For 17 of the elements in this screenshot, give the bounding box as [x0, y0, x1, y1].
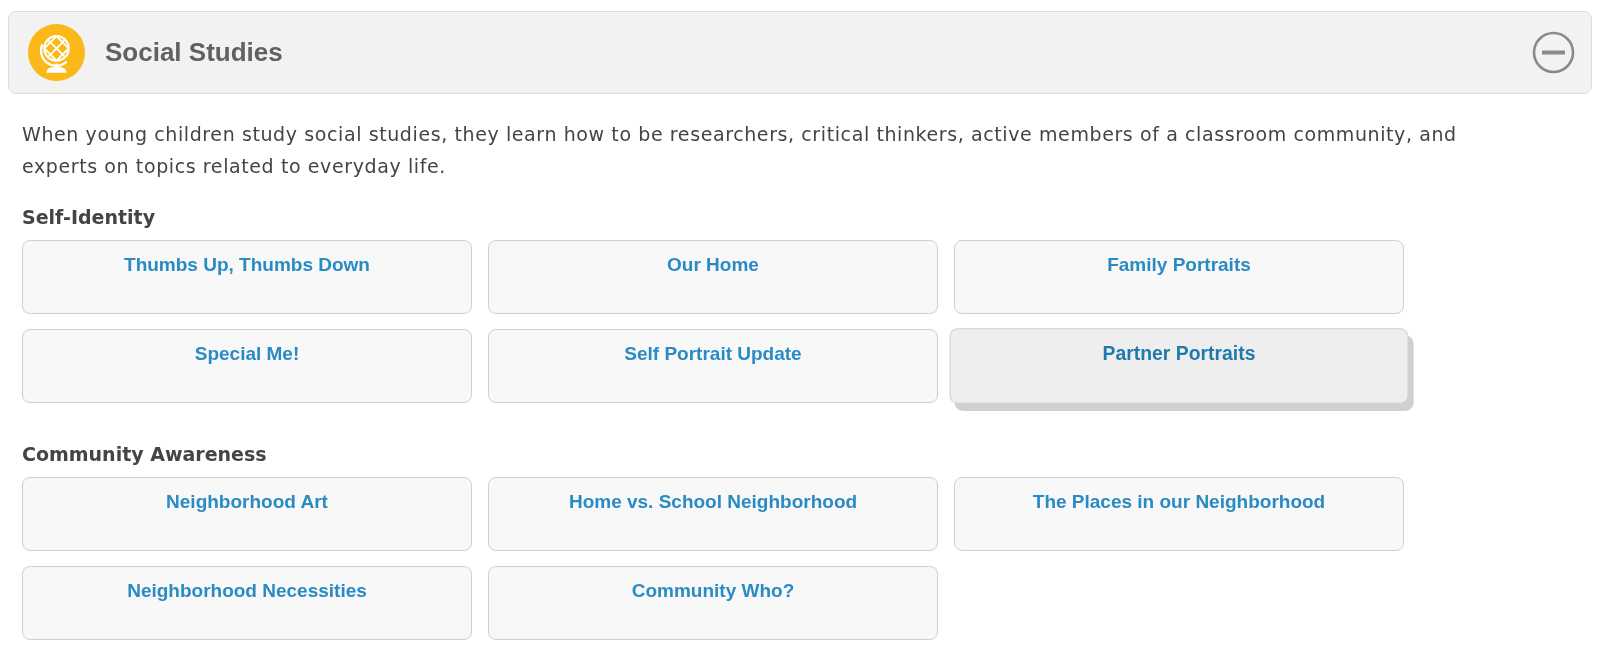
activity-card[interactable]: Self Portrait Update: [488, 329, 938, 403]
section-title: Social Studies: [105, 37, 284, 68]
activity-card[interactable]: Home vs. School Neighborhood: [488, 477, 938, 551]
activity-card[interactable]: Community Who?: [488, 566, 938, 640]
activity-card[interactable]: Our Home: [488, 240, 938, 314]
section-heading: Community Awareness: [22, 442, 268, 466]
activity-card[interactable]: Neighborhood Art: [22, 477, 472, 551]
globe-icon: [28, 24, 85, 81]
collapse-icon[interactable]: [1532, 31, 1575, 74]
activity-card[interactable]: The Places in our Neighborhood: [954, 477, 1404, 551]
accordion-header[interactable]: Social Studies: [8, 11, 1592, 94]
activity-card[interactable]: Thumbs Up, Thumbs Down: [22, 240, 472, 314]
activity-card[interactable]: Special Me!: [22, 329, 472, 403]
activity-card[interactable]: Neighborhood Necessities: [22, 566, 472, 640]
description-text: When young children study social studies, they learn how to be researchers, critical thinkers, active members of a classroom community, and experts on topics related to everyday life.: [22, 122, 1458, 179]
activity-card[interactable]: Family Portraits: [954, 240, 1404, 314]
section-heading: Self-Identity: [22, 205, 157, 229]
